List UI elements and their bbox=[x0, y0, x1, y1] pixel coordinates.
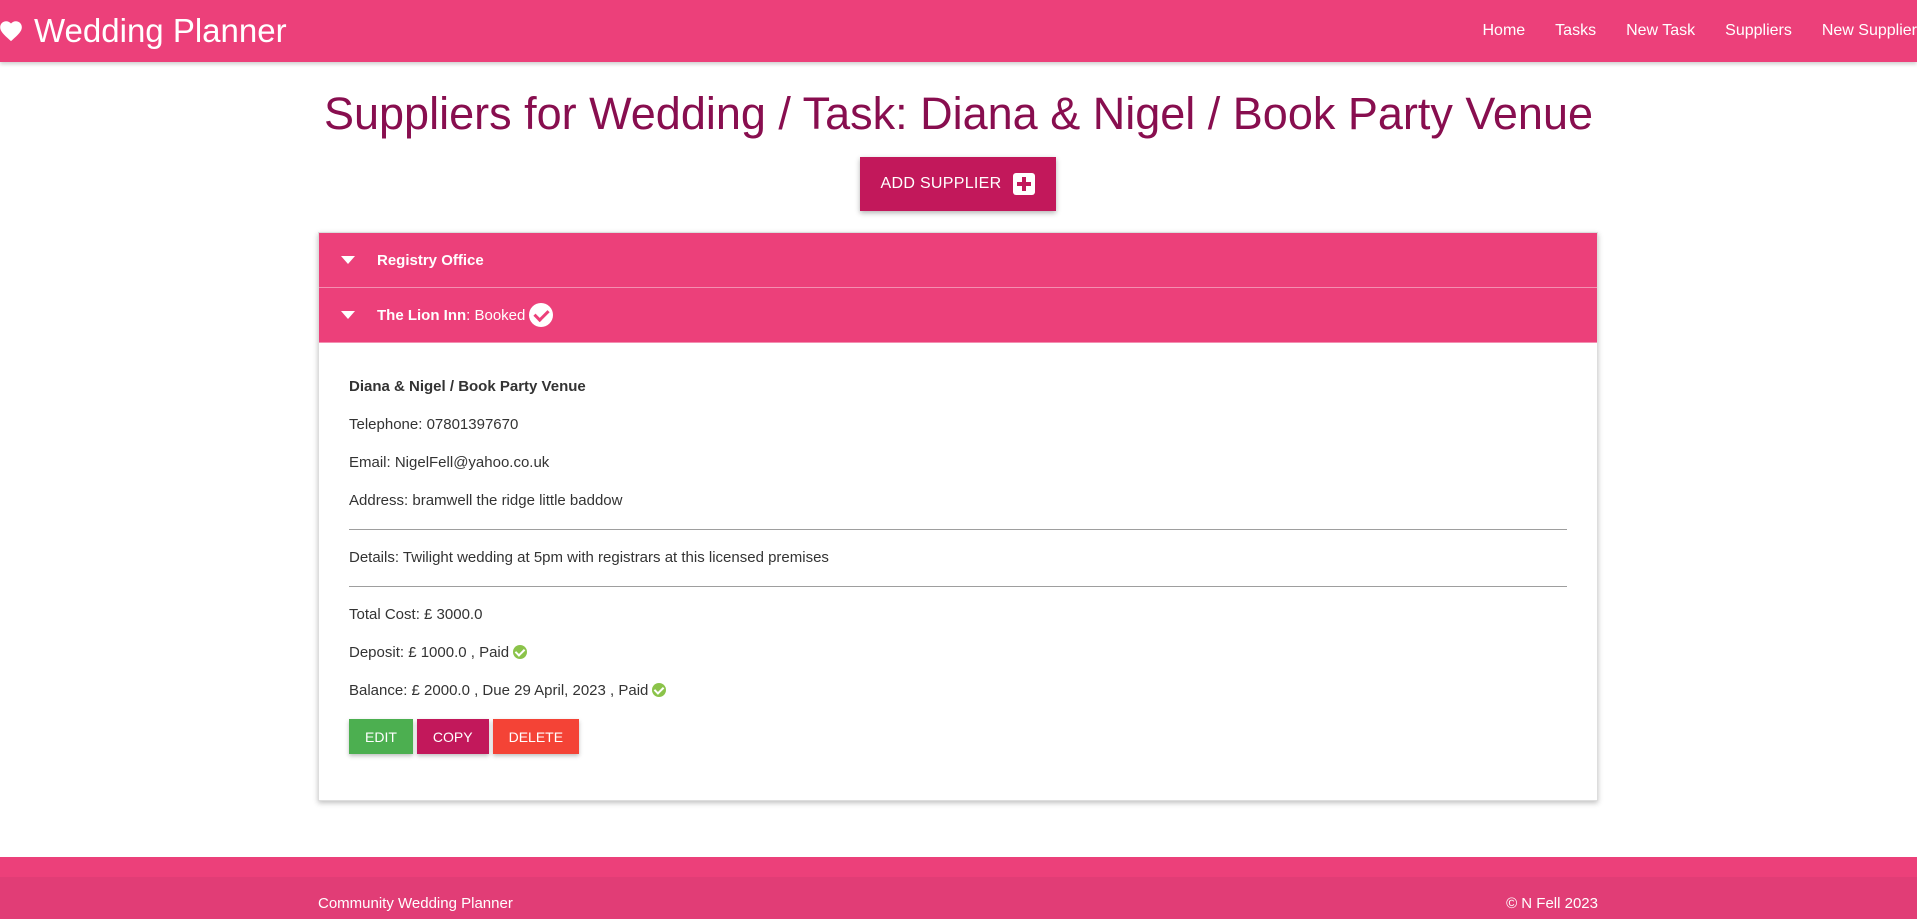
divider bbox=[349, 586, 1567, 587]
brand-logo[interactable]: Wedding Planner bbox=[0, 12, 287, 50]
caret-down-icon bbox=[341, 311, 355, 319]
nav-tasks[interactable]: Tasks bbox=[1555, 22, 1596, 40]
plus-icon bbox=[1013, 173, 1036, 195]
booked-check-icon bbox=[529, 303, 554, 327]
total-cost: Total Cost: £ 3000.0 bbox=[349, 606, 483, 623]
edit-button[interactable]: EDIT bbox=[349, 719, 413, 754]
email: Email: NigelFell@yahoo.co.uk bbox=[349, 454, 550, 471]
page-title: Suppliers for Wedding / Task: Diana & Ni… bbox=[323, 88, 1594, 139]
paid-check-icon bbox=[513, 645, 528, 660]
task-title: Diana & Nigel / Book Party Venue bbox=[349, 378, 586, 395]
deposit: Deposit: £ 1000.0 , Paid bbox=[349, 644, 510, 661]
address: Address: bramwell the ridge little baddo… bbox=[349, 492, 623, 509]
supplier-header-registry-office[interactable]: Registry Office bbox=[319, 233, 1597, 288]
telephone: Telephone: 07801397670 bbox=[349, 416, 519, 433]
nav-new-supplier[interactable]: New Supplier bbox=[1822, 22, 1917, 40]
heart-icon bbox=[0, 21, 22, 42]
footer-bar bbox=[0, 877, 1917, 919]
supplier-header-lion-inn[interactable]: The Lion Inn: Booked bbox=[319, 288, 1597, 343]
nav-links: Home Tasks New Task Suppliers New Suppli… bbox=[1452, 22, 1917, 40]
navbar: Wedding Planner Home Tasks New Task Supp… bbox=[0, 0, 1917, 62]
nav-new-task[interactable]: New Task bbox=[1626, 22, 1695, 40]
action-buttons: EDIT COPY DELETE bbox=[349, 719, 1567, 754]
nav-suppliers[interactable]: Suppliers bbox=[1725, 22, 1792, 40]
caret-down-icon bbox=[341, 256, 355, 264]
footer-site-name: Community Wedding Planner bbox=[318, 895, 513, 912]
footer-copyright: © N Fell 2023 bbox=[1506, 895, 1598, 912]
delete-button[interactable]: DELETE bbox=[492, 719, 580, 754]
supplier-status: : Booked bbox=[466, 306, 526, 324]
deposit-row: Deposit: £ 1000.0 , Paid bbox=[349, 643, 1567, 663]
supplier-name: Registry Office bbox=[377, 251, 484, 269]
divider bbox=[349, 529, 1567, 530]
add-supplier-label: ADD SUPPLIER bbox=[880, 175, 1002, 192]
supplier-name: The Lion Inn bbox=[377, 306, 467, 324]
details: Details: Twilight wedding at 5pm with re… bbox=[349, 549, 829, 566]
copy-button[interactable]: COPY bbox=[416, 719, 489, 754]
add-supplier-button[interactable]: ADD SUPPLIER bbox=[860, 157, 1056, 211]
brand-title: Wedding Planner bbox=[34, 12, 287, 49]
footer: Community Wedding Planner © N Fell 2023 bbox=[0, 857, 1917, 919]
balance: Balance: £ 2000.0 , Due 29 April, 2023 ,… bbox=[349, 682, 649, 699]
nav-home[interactable]: Home bbox=[1482, 22, 1525, 40]
supplier-detail-body: Diana & Nigel / Book Party Venue Telepho… bbox=[319, 343, 1597, 800]
paid-check-icon bbox=[652, 683, 667, 698]
supplier-list: Registry Office The Lion Inn: Booked Dia… bbox=[318, 232, 1598, 801]
balance-row: Balance: £ 2000.0 , Due 29 April, 2023 ,… bbox=[349, 681, 1567, 701]
